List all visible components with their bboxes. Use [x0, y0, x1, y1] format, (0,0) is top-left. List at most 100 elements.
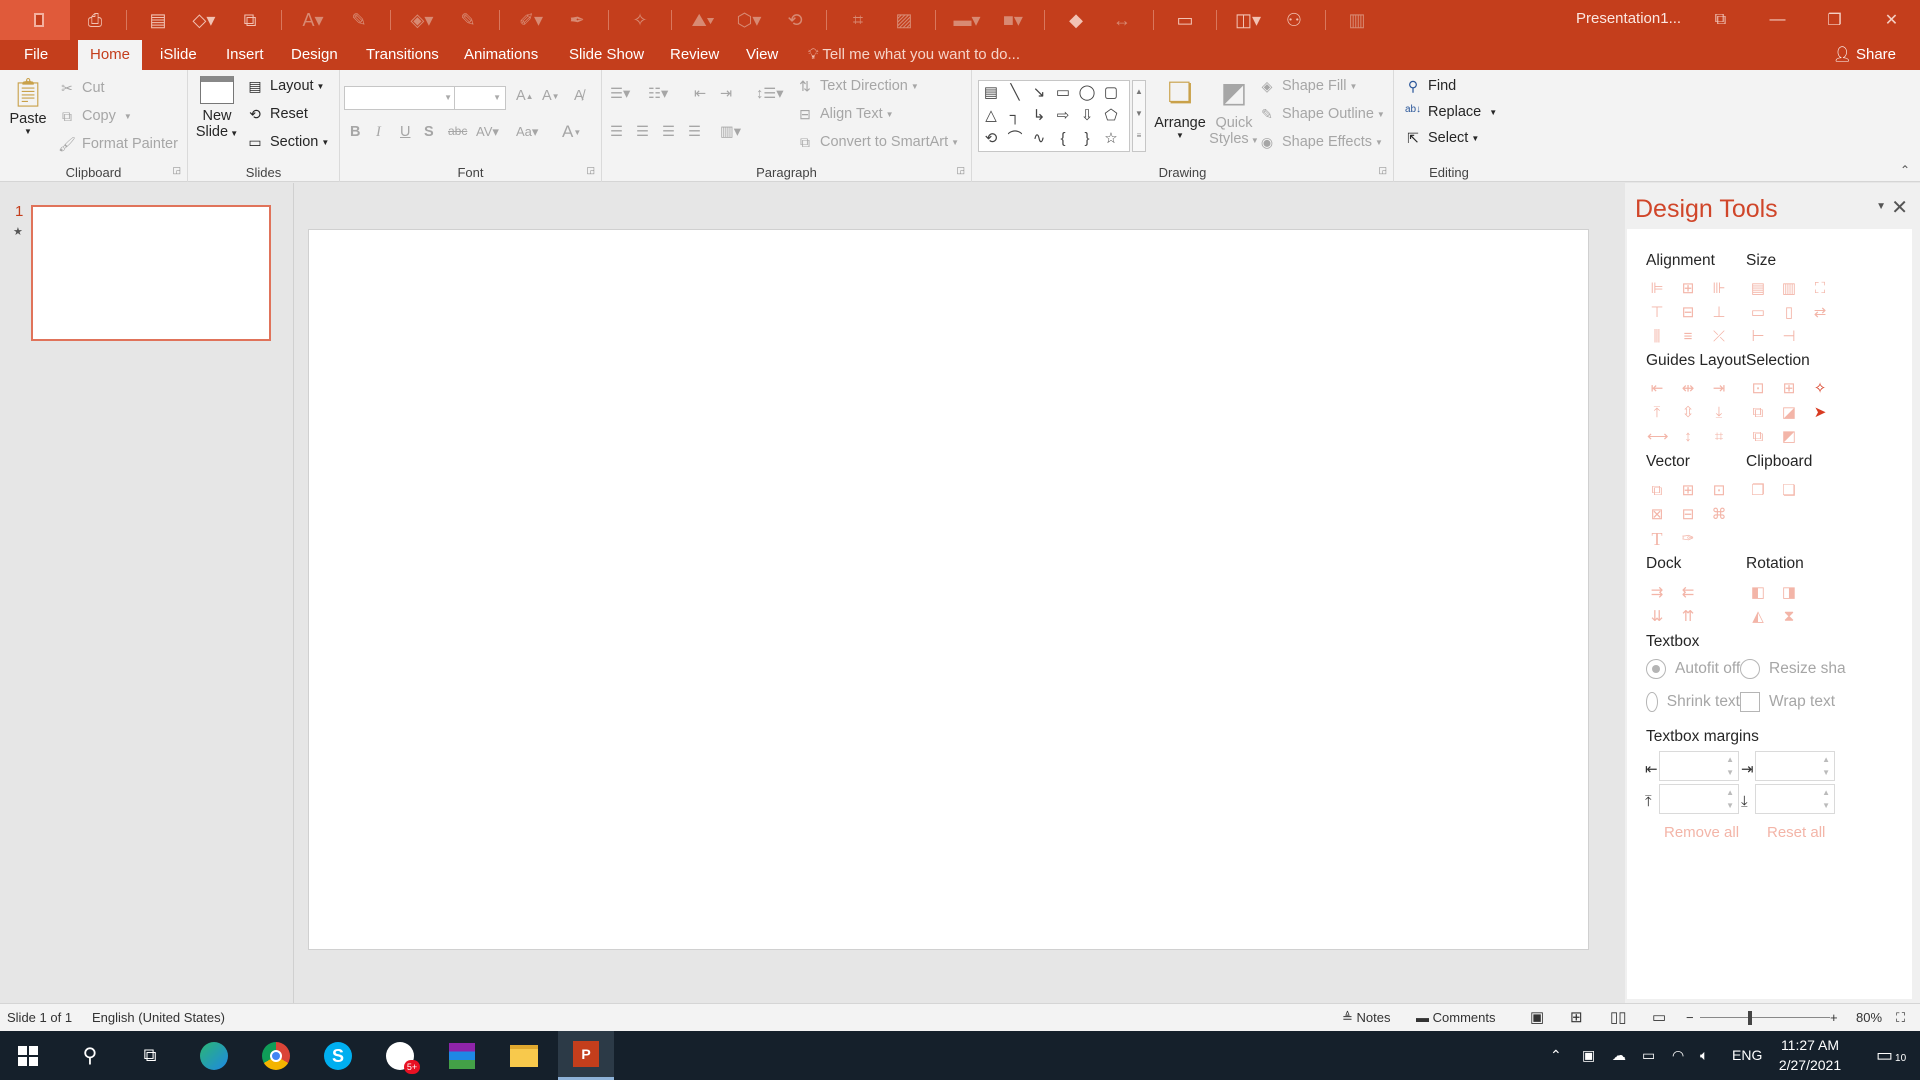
margin-right-input[interactable]: ▲ ▼ — [1755, 751, 1835, 781]
flip-horizontal-icon[interactable]: ◭ — [1748, 607, 1768, 627]
increase-indent-icon[interactable]: ⇥ — [720, 86, 732, 102]
skype-icon[interactable]: S — [310, 1031, 366, 1080]
zoom-slider[interactable] — [1700, 1017, 1830, 1018]
device-icon[interactable]: ▣ — [1582, 1031, 1595, 1080]
guide-right-icon[interactable]: ⇥ — [1709, 379, 1729, 399]
tab-slide-show[interactable]: Slide Show — [557, 40, 656, 70]
align-text-button[interactable]: ⊟ Align Text ▼ — [796, 106, 893, 122]
font-size-input[interactable]: ▼ — [454, 86, 506, 110]
rotate-right-icon[interactable]: ◨ — [1779, 583, 1799, 603]
language-indicator[interactable]: English (United States) — [92, 1004, 225, 1032]
align-top-icon[interactable]: ⊤ — [1647, 303, 1667, 323]
intersect-icon[interactable]: ⊠ — [1647, 505, 1667, 525]
winrar-icon[interactable] — [434, 1031, 490, 1080]
zoom-in-icon[interactable]: + — [1830, 1004, 1838, 1032]
layout-button[interactable]: ▤ Layout ▼ — [246, 78, 324, 94]
paste-style-icon[interactable]: ❏ — [1779, 481, 1799, 501]
textbox-shape-icon[interactable]: ▤ — [981, 83, 1001, 103]
guide-top-icon[interactable]: ⤒ — [1647, 403, 1667, 423]
align-bottom-icon[interactable]: ⊥ — [1709, 303, 1729, 323]
zoom-slider-thumb[interactable] — [1748, 1011, 1752, 1025]
new-slide-button[interactable]: New Slide ▼ — [196, 76, 238, 140]
stretch-left-icon[interactable]: ⊢ — [1748, 327, 1768, 347]
onedrive-icon[interactable]: ☁ — [1612, 1031, 1626, 1080]
select-grid-icon[interactable]: ⊞ — [1779, 379, 1799, 399]
quick-styles-button[interactable]: ◩ Quick Styles ▼ — [1208, 76, 1260, 147]
text-to-shape-icon[interactable]: T — [1647, 529, 1667, 549]
dialog-launcher-icon[interactable]: ◲ — [956, 165, 965, 176]
pen-icon[interactable]: ✎ — [453, 5, 483, 35]
comments-button[interactable]: ▬ Comments — [1416, 1004, 1495, 1032]
maximize-button[interactable]: ❐ — [1806, 0, 1863, 40]
chrome-icon[interactable] — [248, 1031, 304, 1080]
distribute-icon[interactable]: ↔ — [1107, 5, 1137, 35]
transform-icon[interactable]: ⟲ — [780, 5, 810, 35]
select-similar-icon[interactable]: ⧉ — [1748, 403, 1768, 423]
font-color-icon[interactable]: A ▼ — [562, 122, 581, 142]
change-case-icon[interactable]: Aa▾ — [516, 124, 538, 140]
notes-button[interactable]: ≜ Notes — [1342, 1004, 1390, 1032]
slideshow-icon[interactable]: ▭ — [1652, 1004, 1666, 1032]
eyedropper-icon[interactable]: ✒ — [562, 5, 592, 35]
match-height-icon[interactable]: ▯ — [1779, 303, 1799, 323]
strikethrough-icon[interactable]: abc — [448, 124, 467, 138]
rounded-rect-shape-icon[interactable]: ▢ — [1101, 83, 1121, 103]
shrink-text-radio[interactable]: Shrink text — [1646, 692, 1740, 712]
reset-all-button[interactable]: Reset all — [1767, 824, 1825, 841]
dock-right-icon[interactable]: ⇇ — [1678, 583, 1698, 603]
swap-size-icon[interactable]: ⇄ — [1810, 303, 1830, 323]
subtract-icon[interactable]: ⊟ — [1678, 505, 1698, 525]
shape-fill-button[interactable]: ◈ Shape Fill ▼ — [1258, 78, 1358, 94]
text-direction-button[interactable]: ⇅ Text Direction ▼ — [796, 78, 919, 94]
shapes-gallery[interactable]: ▤ ╲ ↘ ▭ ◯ ▢ △ ┐ ↳ ⇨ ⇩ ⬠ ⟲ ⌒ ∿ { } ☆ — [978, 80, 1130, 152]
arrange-button[interactable]: ❏ Arrange ▼ — [1144, 76, 1216, 140]
select-inverse-icon[interactable]: ◩ — [1779, 427, 1799, 447]
elbow-arrow-icon[interactable]: ↳ — [1029, 106, 1049, 126]
line-icon[interactable]: ▬▾ — [952, 5, 982, 35]
format-painter-button[interactable]: 🖌︎ Format Painter — [58, 136, 178, 152]
rotate-left-icon[interactable]: ◧ — [1748, 583, 1768, 603]
powerpoint-logo-icon[interactable] — [0, 0, 70, 40]
shrink-font-icon[interactable]: A ▼ — [542, 88, 560, 104]
collapse-ribbon-icon[interactable]: ⌃ — [1900, 163, 1910, 177]
edge-icon[interactable] — [186, 1031, 242, 1080]
right-brace-icon[interactable]: } — [1077, 129, 1097, 149]
guide-left-icon[interactable]: ⇤ — [1647, 379, 1667, 399]
combine-icon[interactable]: ⊞ — [1678, 481, 1698, 501]
dock-top-icon[interactable]: ⇊ — [1647, 607, 1667, 627]
chevron-down-icon[interactable]: ▼ — [1876, 201, 1886, 212]
dialog-launcher-icon[interactable]: ◲ — [586, 165, 595, 176]
align-right-icon[interactable]: ☰ — [662, 124, 675, 140]
align-middle-icon[interactable]: ⊟ — [1678, 303, 1698, 323]
close-button[interactable]: ✕ — [1863, 0, 1920, 40]
magic-wand-icon[interactable]: ✧ — [625, 5, 655, 35]
select-button[interactable]: ⇱ Select ▼ — [1404, 130, 1479, 146]
comment-icon[interactable]: ▭ — [1170, 5, 1200, 35]
guide-grid-icon[interactable]: ⌗ — [1709, 427, 1729, 447]
action-center-icon[interactable]: ▭ 10 — [1876, 1031, 1906, 1080]
shape-effects-button[interactable]: ◉ Shape Effects ▼ — [1258, 134, 1383, 150]
distribute-grid-icon[interactable]: ⤫ — [1709, 327, 1729, 347]
underline-icon[interactable]: U — [400, 124, 410, 140]
line-spacing-icon[interactable]: ↕☰▾ — [756, 86, 784, 102]
columns-icon[interactable]: ▥▾ — [720, 124, 741, 140]
messenger-icon[interactable]: 5+ — [372, 1031, 428, 1080]
volume-icon[interactable]: 🔈︎ — [1700, 1031, 1708, 1080]
guide-v-span-icon[interactable]: ↕ — [1678, 427, 1698, 447]
align-left-icon[interactable]: ⊫ — [1647, 279, 1667, 299]
curve-shape-icon[interactable]: ∿ — [1029, 129, 1049, 149]
magic-wand-icon[interactable]: ✧ — [1810, 379, 1830, 399]
battery-icon[interactable]: ▭ — [1642, 1031, 1655, 1080]
clock[interactable]: 11:27 AM 2/27/2021 — [1760, 1035, 1860, 1075]
select-same-icon[interactable]: ⊡ — [1748, 379, 1768, 399]
reading-view-icon[interactable]: ▯▯ — [1610, 1004, 1627, 1032]
grow-font-icon[interactable]: A ▲ — [516, 88, 534, 104]
select-group-icon[interactable]: ⧉ — [1748, 427, 1768, 447]
fragment-icon[interactable]: ⊡ — [1709, 481, 1729, 501]
dialog-launcher-icon[interactable]: ◲ — [172, 165, 181, 176]
section-button[interactable]: ▭ Section ▼ — [246, 134, 329, 150]
align-left-icon[interactable]: ☰ — [610, 124, 623, 140]
dock-bottom-icon[interactable]: ⇈ — [1678, 607, 1698, 627]
minimize-button[interactable]: — — [1749, 0, 1806, 40]
shape-merge-icon[interactable]: ⬡▾ — [734, 5, 764, 35]
